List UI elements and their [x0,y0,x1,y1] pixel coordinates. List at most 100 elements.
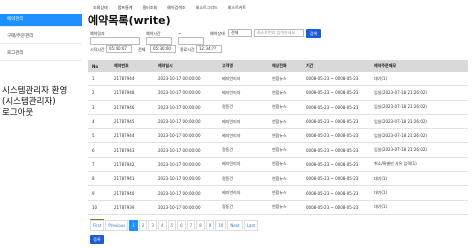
table-row[interactable]: 2 21787948 2023-10-17 00:00:00 베지언리자 연합뉴… [88,85,468,101]
cell-period: 0008-05-23 ~ 0008-05-23 [302,171,370,187]
cell-reservation-no: 21787942 [110,157,154,173]
cell-datetime: 2023-10-17 00:00:00 [154,85,218,101]
cell-datetime: 2023-10-17 00:00:00 [154,128,218,144]
cell-period: 0008-05-23 ~ 0008-05-23 [302,200,370,215]
col-customer: 고객명 [218,60,268,72]
pagination-page[interactable]: 2 [138,220,148,231]
cell-phone: 연합뉴스 [268,142,302,158]
cell-customer: 베지언리자 [218,185,268,201]
welcome-block: 시스템관리자 환영 (시스템관리자) 로그아웃 [2,86,67,119]
cell-phone: 연합뉴스 [268,171,302,187]
cell-no: 8 [88,171,110,187]
cell-datetime: 2023-10-17 00:00:00 [154,114,218,130]
col-period: 기간 [302,60,370,72]
keyword-input[interactable]: 회스트번호 입력하세요 [254,29,304,37]
cell-reservation-no: 21787944 [110,128,154,144]
table-row[interactable]: 3 21787946 2023-10-17 00:00:00 정동건 연합뉴스 … [88,100,468,115]
col-phone: 예상전화 [268,60,302,72]
pagination-first[interactable]: First [90,220,105,231]
page-title: 예약목록(write) [88,14,171,27]
cell-no: 7 [88,157,110,173]
welcome-role: (시스템관리자) [2,97,56,107]
time-from-input[interactable] [146,37,172,45]
cell-phone: 연합뉴스 [268,85,302,101]
cell-customer: 베지언리자 [218,114,268,130]
cell-period: 0008-05-23 ~ 0008-05-23 [302,157,370,173]
register-button[interactable]: 등록 [90,235,104,244]
date-input[interactable] [90,37,140,45]
pagination-page[interactable]: 8 [196,220,205,231]
cell-period: 0008-05-23 ~ 0008-05-23 [302,142,370,158]
cell-datetime: 2023-10-17 00:00:00 [154,200,218,215]
pagination-page[interactable]: 5 [167,220,177,231]
cell-reservation-no: 21787945 [110,114,154,130]
cell-no: 2 [88,85,110,101]
status-select[interactable]: 전체 [228,29,252,37]
time-to-input[interactable] [178,37,204,45]
pagination-page[interactable]: 4 [157,220,167,231]
table-row[interactable]: 9 21787940 2023-10-17 00:00:00 베지언리자 연합뉴… [88,185,468,201]
cell-reservation-no: 21787944 [110,72,154,87]
topnav-item[interactable]: 필터조회 [137,4,162,12]
table-row[interactable]: 4 21787945 2023-10-17 00:00:00 베지언리자 연합뉴… [88,114,468,130]
sidebar-item-reservation[interactable]: 예약관리 [0,14,82,27]
topnav-item[interactable]: 펌프통계 [113,4,138,12]
tilde: ~ [178,31,182,36]
cell-no: 10 [88,200,110,215]
topnav-item[interactable]: 예약검색조 [162,4,190,12]
cell-period: 0008-05-23 ~ 0008-05-23 [302,114,370,130]
cell-period: 0008-05-23 ~ 0008-05-23 [302,128,370,144]
logout-link[interactable]: 로그아웃 [2,108,67,119]
pagination-next[interactable]: Next [227,220,243,231]
cell-period: 0008-05-23 ~ 0008-05-23 [302,100,370,115]
cell-memo: 입실(2023-07-18 21:26:02) [370,128,468,144]
reservation-table: No 예약번호 예약일시 고객명 예상전화 기간 예약주문메모 1 217879… [88,60,468,215]
cell-phone: 연합뉴스 [268,114,302,130]
cell-phone: 연합뉴스 [268,128,302,144]
cell-reservation-no: 21787941 [110,171,154,187]
pagination-last[interactable]: Last [243,220,259,231]
table-header-row: No 예약번호 예약일시 고객명 예상전화 기간 예약주문메모 [88,60,468,72]
cell-memo: 취소/특별만 사유 입력(1) [370,157,468,173]
table-row[interactable]: 8 21787941 2023-10-17 00:00:00 정동건 연합뉴스 … [88,171,468,187]
pagination-page[interactable]: 9 [205,220,215,231]
pagination-page[interactable]: 10 [215,220,227,231]
table-row[interactable]: 1 21787944 2023-10-17 00:00:00 베지언리자 연합뉴… [88,72,468,87]
cell-phone: 연합뉴스 [268,185,302,201]
search-button[interactable]: 검색 [306,29,321,38]
filter-label-status: 예약상태 [210,31,225,36]
cell-customer: 정동건 [218,171,268,187]
cell-no: 3 [88,100,110,115]
cell-phone: 연합뉴스 [268,157,302,173]
pagination-previous[interactable]: Previous [105,220,129,231]
pagination-page[interactable]: 1 [129,220,138,231]
cell-no: 5 [88,128,110,144]
cell-phone: 연합뉴스 [268,72,302,87]
sidebar-item-logs[interactable]: 로그관리 [0,48,82,61]
cell-datetime: 2023-10-17 00:00:00 [154,171,218,187]
welcome-text: 시스템관리자 환영 [2,86,68,96]
topnav-item[interactable]: 회스트커트 [223,4,251,12]
cell-reservation-no: 21787939 [110,200,154,215]
cell-memo: 대기(1) [370,185,468,201]
pagination-page[interactable]: 6 [177,220,186,231]
cell-memo: 대기(1) [370,200,468,215]
cell-customer: 베지언리자 [218,157,268,173]
sidebar-item-orders[interactable]: 구매/주문관리 [0,31,82,44]
pagination: First Previous 1 2 3 4 5 6 7 8 9 10 Next… [90,220,259,231]
date-filter-input[interactable]: 05:30:00 [150,45,176,53]
pagination-page[interactable]: 7 [186,220,196,231]
pagination-page[interactable]: 3 [148,220,157,231]
table-row[interactable]: 6 21787943 2023-10-17 00:00:00 정동건 연합뉴스 … [88,142,468,158]
cell-datetime: 2023-10-17 00:00:00 [154,157,218,173]
topnav-item[interactable]: 조회상태 [88,4,113,12]
sidebar: 예약관리 구매/주문관리 로그관리 시스템관리자 환영 (시스템관리자) 로그아… [0,0,82,248]
cell-memo: 입실(2023-07-18 21:26:02) [370,85,468,101]
start-time-input[interactable]: 05:40:07 [106,45,132,53]
table-row[interactable]: 5 21787944 2023-10-17 00:00:00 베지언리자 연합뉴… [88,128,468,144]
table-row[interactable]: 7 21787942 2023-10-17 00:00:00 베지언리자 연합뉴… [88,157,468,173]
end-time-input[interactable]: 12:34:?? [196,45,222,53]
cell-datetime: 2023-10-17 00:00:00 [154,142,218,158]
table-row[interactable]: 10 21787939 2023-10-17 00:00:00 정동건 연합뉴스… [88,200,468,215]
topnav-item[interactable]: 회소트그리드 [191,4,223,12]
